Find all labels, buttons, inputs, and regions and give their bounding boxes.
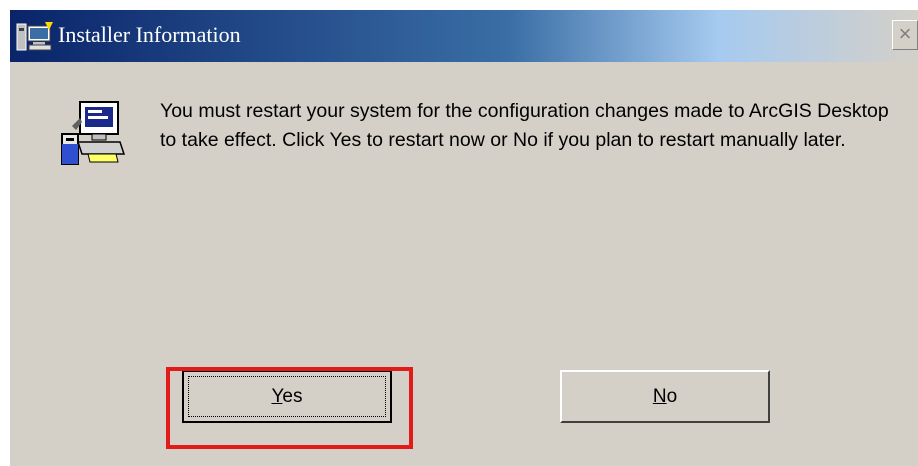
- dialog-message: You must restart your system for the con…: [160, 100, 889, 151]
- no-button[interactable]: No: [560, 370, 770, 423]
- title-bar[interactable]: Installer Information: [10, 10, 918, 62]
- installer-information-dialog: Installer Information × You must restart…: [8, 8, 918, 466]
- no-button-label: No: [653, 386, 677, 407]
- yes-button[interactable]: Yes: [182, 370, 392, 423]
- yes-mnemonic: Y: [271, 386, 283, 407]
- yes-label-rest: es: [282, 386, 303, 407]
- installer-app-icon: [16, 22, 53, 51]
- no-mnemonic: N: [652, 386, 667, 407]
- no-label-rest: o: [666, 386, 678, 407]
- computer-setup-icon: [61, 101, 126, 165]
- yes-button-label: Yes: [271, 386, 302, 407]
- close-icon: ×: [898, 21, 912, 46]
- close-button[interactable]: ×: [892, 20, 918, 50]
- window-title: Installer Information: [58, 22, 241, 47]
